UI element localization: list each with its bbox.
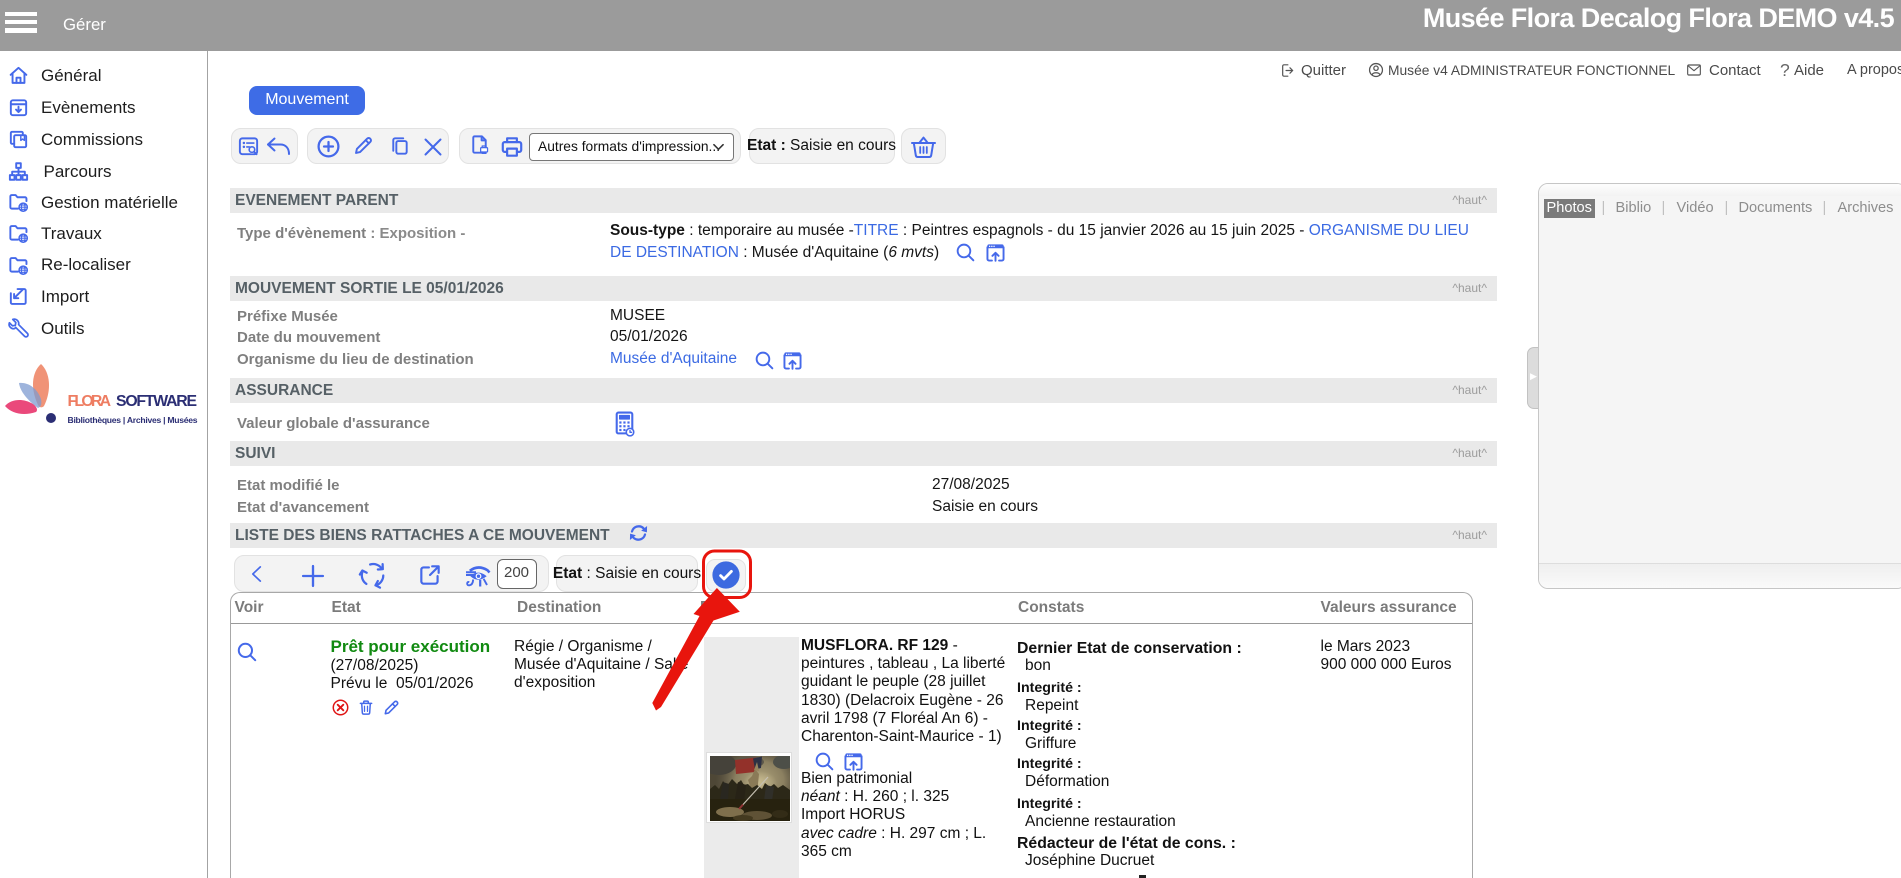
svg-text:FLORA: FLORA (68, 393, 112, 410)
svg-text:Bibliothèques | Archives | Mus: Bibliothèques | Archives | Musées (68, 415, 198, 425)
svg-text:SOFTWARE: SOFTWARE (116, 393, 197, 410)
